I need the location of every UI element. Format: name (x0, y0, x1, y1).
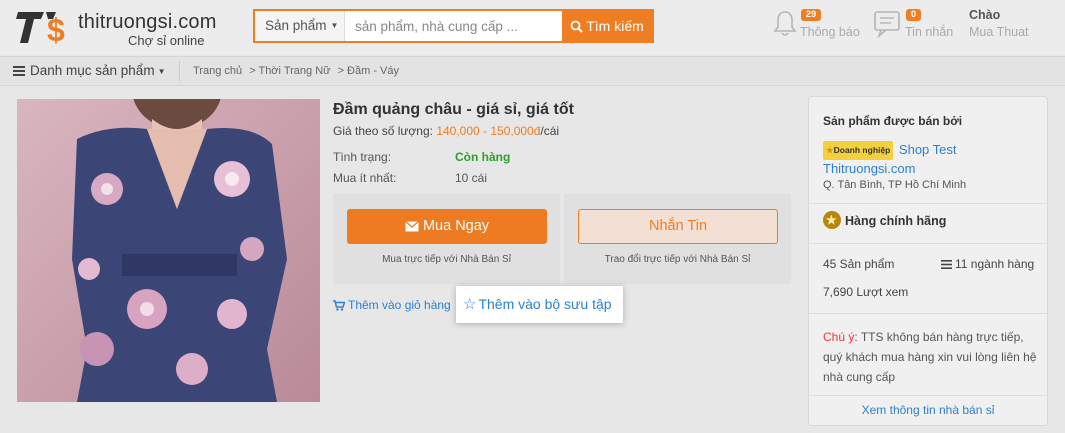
breadcrumb-womens-fashion[interactable]: > Thời Trang Nữ (249, 65, 330, 77)
category-menu-label: Danh mục sản phẩm (30, 63, 155, 78)
shop-domain[interactable]: Thitruongsi.com (823, 161, 915, 176)
add-to-cart-link[interactable]: Thêm vào giỏ hàng (333, 298, 451, 312)
notifications[interactable]: 29 Thông báo (773, 8, 863, 48)
breadcrumb-home[interactable]: Trang chủ (193, 65, 242, 77)
stock-status-label: Tình trạng: (333, 150, 392, 164)
notifications-badge: 29 (801, 9, 821, 21)
seller-categories-count: 11 ngành hàng (955, 257, 1035, 271)
add-to-collection-button[interactable]: ☆ Thêm vào bộ sưu tập (456, 286, 623, 323)
chevron-down-icon: ▼ (330, 21, 339, 30)
search-category-select[interactable]: Sản phẩm ▼ (255, 11, 345, 41)
messages-badge: 0 (906, 9, 921, 21)
price-value: 140,000 - 150,000đ (436, 124, 541, 138)
divider (809, 243, 1047, 244)
min-order-row: Mua ít nhất: 10 cái (333, 171, 487, 185)
add-to-cart-label: Thêm vào giỏ hàng (348, 298, 451, 312)
divider (809, 313, 1047, 314)
chevron-down-icon: ▼ (157, 67, 166, 76)
message-caption: Trao đổi trực tiếp với Nhà Bán Sỉ (604, 254, 751, 265)
business-badge-label: Doanh nghiệp (833, 145, 891, 155)
seller-products-count: 45 Sản phẩm (823, 257, 895, 271)
user-menu[interactable]: Chào Mua Thuat (969, 8, 1029, 39)
genuine-label: Hàng chính hãng (845, 214, 947, 228)
svg-text:$: $ (47, 12, 65, 46)
messages-label: Tin nhắn (905, 25, 954, 39)
product-info: Đầm quảng châu - giá sỉ, giá tốt Giá the… (333, 101, 793, 185)
messages[interactable]: 0 Tin nhắn (873, 8, 963, 48)
star-icon: ★ (826, 145, 834, 155)
cart-icon (333, 300, 346, 311)
star-outline-icon: ☆ (463, 296, 477, 313)
category-nav: Danh mục sản phẩm ▼ Trang chủ > Thời Tran… (0, 56, 1065, 86)
bell-icon (773, 11, 797, 36)
divider (809, 203, 1047, 204)
menu-icon (13, 66, 25, 77)
product-image[interactable] (17, 99, 320, 402)
product-title: Đầm quảng châu - giá sỉ, giá tốt (333, 101, 574, 118)
price-label: Giá theo số lượng: (333, 124, 433, 138)
buy-now-panel: Mua Ngay Mua trực tiếp với Nhà Bán Sỉ (333, 194, 560, 284)
stock-status-row: Tình trạng: Còn hàng (333, 150, 510, 164)
logo-tagline: Chợ sỉ online (128, 33, 205, 48)
genuine-badge: Hàng chính hãng (823, 211, 946, 231)
breadcrumb-dresses[interactable]: > Đầm - Váy (338, 65, 399, 77)
min-order-label: Mua ít nhất: (333, 171, 397, 185)
stock-status-value: Còn hàng (455, 150, 511, 164)
list-icon (941, 260, 952, 270)
seller-notice: Chú ý: TTS không bán hàng trực tiếp, quý… (823, 327, 1041, 387)
search-button-label: Tìm kiếm (586, 18, 644, 34)
breadcrumb: Trang chủ > Thời Trang Nữ > Đầm - Váy (193, 57, 403, 85)
seller-panel: Sản phẩm được bán bởi ★Doanh nghiệp Shop… (808, 96, 1048, 426)
notice-label: Chú ý: (823, 330, 858, 344)
notifications-label: Thông báo (800, 25, 860, 39)
business-badge: ★Doanh nghiệp (823, 141, 894, 160)
top-header: $ thitruongsi.com Chợ sỉ online Sản phẩm… (0, 0, 1065, 55)
user-name: Mua Thuat (969, 25, 1029, 39)
product-photo (17, 99, 320, 402)
buy-now-caption: Mua trực tiếp với Nhà Bán Sỉ (382, 254, 511, 265)
search-category-label: Sản phẩm (265, 18, 327, 33)
logo-mark-icon: $ (16, 12, 65, 46)
message-icon (874, 11, 900, 38)
divider (179, 61, 180, 81)
category-menu-button[interactable]: Danh mục sản phẩm ▼ (13, 57, 166, 85)
price-unit: /cái (540, 124, 560, 138)
logo-name: thitruongsi.com (78, 11, 217, 33)
shop-name[interactable]: Shop Test (899, 142, 957, 157)
site-logo[interactable]: $ thitruongsi.com Chợ sỉ online (16, 8, 226, 48)
search-icon (570, 20, 583, 33)
seller-categories: 11 ngành hàng (941, 257, 1034, 271)
product-price: Giá theo số lượng: 140,000 - 150,000đ/cá… (333, 124, 559, 138)
user-greeting: Chào (969, 8, 1001, 22)
message-button[interactable]: Nhắn Tin (578, 209, 778, 244)
medal-icon (823, 211, 841, 229)
seller-shop[interactable]: ★Doanh nghiệp Shop Test Thitruongsi.com (823, 141, 1043, 177)
min-order-value: 10 cái (455, 171, 488, 185)
envelope-icon (405, 221, 419, 232)
buy-now-label: Mua Ngay (422, 218, 490, 234)
seller-heading: Sản phẩm được bán bởi (823, 114, 963, 128)
add-to-collection-label: Thêm vào bộ sưu tập (478, 296, 612, 312)
message-panel: Nhắn Tin Trao đổi trực tiếp với Nhà Bán … (564, 194, 791, 284)
search-input[interactable] (347, 11, 561, 41)
search-bar: Sản phẩm▼ Tìm kiếm (253, 9, 654, 43)
buy-now-button[interactable]: Mua Ngay (347, 209, 547, 244)
view-seller-link[interactable]: Xem thông tin nhà bán sỉ (809, 395, 1047, 426)
seller-location: Q. Tân Bình, TP Hồ Chí Minh (823, 179, 967, 191)
seller-views: 7,690 Lượt xem (823, 285, 909, 299)
search-button[interactable]: Tìm kiếm (562, 11, 652, 41)
